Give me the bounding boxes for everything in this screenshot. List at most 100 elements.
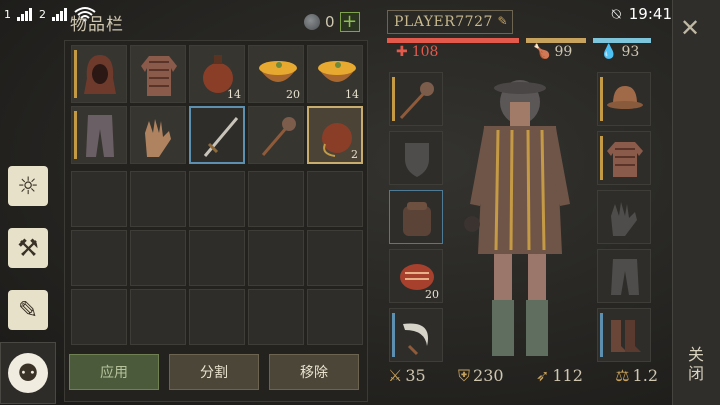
weight-icon: ⚖ bbox=[615, 366, 630, 385]
inventory-slot-soup[interactable]: 20 bbox=[248, 45, 304, 103]
feet-slot[interactable] bbox=[597, 308, 651, 362]
food-stat: 🍗 99 bbox=[533, 44, 572, 60]
quill-scroll-icon: ✎ bbox=[8, 290, 48, 330]
empty-slot[interactable] bbox=[71, 289, 127, 345]
speed-stat: ➶ 112 bbox=[536, 366, 583, 386]
player-name-field[interactable]: PLAYER7727 ✎ bbox=[387, 10, 513, 34]
empty-slot[interactable] bbox=[248, 230, 304, 286]
empty-slot[interactable] bbox=[307, 171, 363, 227]
tool-slot[interactable] bbox=[389, 308, 443, 362]
legs-slot[interactable] bbox=[597, 249, 651, 303]
inventory-slot-pants[interactable] bbox=[71, 106, 127, 164]
water-value: 93 bbox=[621, 44, 640, 60]
tab-crafting[interactable]: ☼ bbox=[4, 160, 52, 212]
empty-slot[interactable] bbox=[248, 171, 304, 227]
player-name: PLAYER7727 bbox=[394, 14, 493, 30]
soup-bowl-icon bbox=[259, 61, 297, 82]
inventory-slot-hood[interactable] bbox=[71, 45, 127, 103]
sim2-label: 2 bbox=[39, 7, 46, 21]
empty-slot[interactable] bbox=[307, 289, 363, 345]
apply-button[interactable]: 应用 bbox=[69, 354, 159, 390]
side-tab-bar: ☼ ⚒ ✎ ⚉ bbox=[0, 150, 56, 405]
empty-slot[interactable] bbox=[307, 230, 363, 286]
item-quantity: 14 bbox=[345, 88, 359, 101]
water-drop-icon: 💧 bbox=[600, 44, 618, 60]
empty-slot[interactable] bbox=[130, 230, 186, 286]
sickle-icon bbox=[403, 323, 428, 356]
empty-slot[interactable] bbox=[71, 171, 127, 227]
inventory-slot-soup-2[interactable]: 14 bbox=[307, 45, 363, 103]
empty-slot[interactable] bbox=[189, 171, 245, 227]
weapon-slot[interactable] bbox=[389, 72, 443, 126]
player-character bbox=[464, 80, 570, 356]
close-icon[interactable]: ✕ bbox=[680, 14, 700, 42]
hands-slot[interactable] bbox=[597, 190, 651, 244]
health-bar bbox=[387, 38, 519, 43]
add-coins-button[interactable]: + bbox=[339, 12, 360, 32]
item-quantity: 2 bbox=[351, 148, 358, 161]
attack-icon: ⚔ bbox=[388, 366, 403, 385]
close-button-label[interactable]: 关闭 bbox=[682, 346, 706, 384]
hood-icon bbox=[84, 55, 116, 94]
water-bar bbox=[593, 38, 651, 43]
character-icon: ⚉ bbox=[8, 353, 48, 393]
inventory-slot-flask[interactable]: 14 bbox=[189, 45, 245, 103]
item-quantity: 14 bbox=[227, 88, 241, 101]
split-button[interactable]: 分割 bbox=[169, 354, 259, 390]
signal-icon bbox=[17, 7, 33, 21]
kettle-helmet-icon bbox=[607, 86, 643, 109]
empty-slot[interactable] bbox=[248, 289, 304, 345]
running-icon: ➶ bbox=[535, 366, 550, 385]
cloth-pants-icon bbox=[86, 115, 114, 157]
sun-book-icon: ☼ bbox=[8, 166, 48, 206]
close-panel[interactable] bbox=[672, 0, 720, 405]
attack-stat: ⚔ 35 bbox=[388, 366, 426, 386]
empty-slot[interactable] bbox=[71, 230, 127, 286]
inventory-slot-sword[interactable] bbox=[189, 106, 245, 164]
armor-value: 230 bbox=[473, 366, 504, 385]
coin-icon bbox=[304, 14, 320, 30]
inventory-slot-gloves[interactable] bbox=[130, 106, 186, 164]
food-bar bbox=[526, 38, 586, 43]
tab-skills[interactable]: ✎ bbox=[4, 284, 52, 336]
inventory-grid-empty bbox=[71, 171, 363, 345]
backpack-slot[interactable] bbox=[389, 190, 443, 244]
backpack-icon bbox=[403, 202, 431, 236]
chainmail-shirt-icon bbox=[607, 142, 643, 177]
signal-icon-2 bbox=[52, 7, 68, 21]
tab-building[interactable]: ⚒ bbox=[4, 222, 52, 274]
sim1-label: 1 bbox=[4, 7, 11, 21]
tab-inventory[interactable]: ⚉ bbox=[0, 342, 56, 404]
chainmail-shirt-icon bbox=[141, 56, 177, 96]
inventory-slot-chainmail[interactable] bbox=[130, 45, 186, 103]
food-slot[interactable]: 20 bbox=[389, 249, 443, 303]
combat-stats: ⚔ 35 ⛨ 230 ➶ 112 ⚖ 1.2 bbox=[388, 366, 658, 386]
empty-slot[interactable] bbox=[130, 289, 186, 345]
food-icon: 🍗 bbox=[533, 44, 551, 60]
gloves-icon bbox=[611, 202, 637, 236]
speed-value: 112 bbox=[552, 366, 583, 385]
shield-slot[interactable] bbox=[389, 131, 443, 185]
inventory-actions: 应用 分割 移除 bbox=[69, 354, 359, 390]
inventory-slot-flask-selected[interactable]: 2 bbox=[307, 106, 363, 164]
hammer-icon: ⚒ bbox=[8, 228, 48, 268]
weight-stat: ⚖ 1.2 bbox=[615, 366, 658, 386]
empty-slot[interactable] bbox=[189, 230, 245, 286]
torso-slot[interactable] bbox=[597, 131, 651, 185]
empty-slot[interactable] bbox=[189, 289, 245, 345]
boots-icon bbox=[611, 320, 641, 352]
empty-slot[interactable] bbox=[130, 171, 186, 227]
sword-icon bbox=[203, 117, 239, 157]
edit-name-icon[interactable]: ✎ bbox=[497, 14, 508, 28]
coin-counter: 0 + bbox=[304, 12, 360, 32]
health-stat: ✚ 108 bbox=[396, 44, 438, 60]
head-slot[interactable] bbox=[597, 72, 651, 126]
clock-time: 19:41 bbox=[628, 5, 672, 23]
mace-icon bbox=[399, 82, 434, 120]
inventory-slot-mace[interactable] bbox=[248, 106, 304, 164]
weight-value: 1.2 bbox=[632, 366, 658, 385]
remove-button[interactable]: 移除 bbox=[269, 354, 359, 390]
food-value: 99 bbox=[554, 44, 573, 60]
attack-value: 35 bbox=[405, 366, 426, 385]
inventory-grid-items: 14 20 14 2 bbox=[71, 45, 363, 164]
